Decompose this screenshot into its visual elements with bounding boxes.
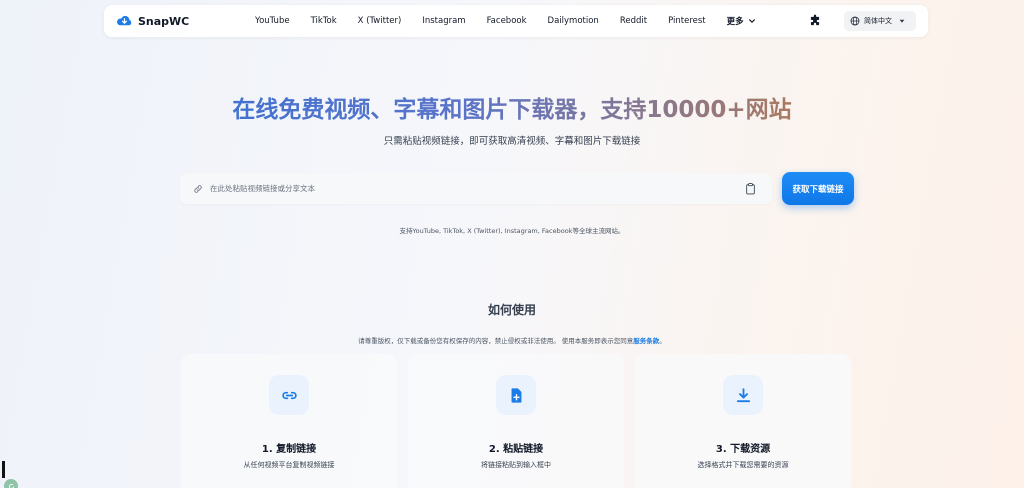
nav-links: YouTube TikTok X (Twitter) Instagram Fac… [255,5,756,37]
text-cursor [2,461,5,478]
nav-more-dropdown[interactable]: 更多 [727,15,756,27]
link-icon [194,184,202,193]
step-card-paste-link: 2. 粘贴链接 将链接粘贴到输入框中 [408,354,624,488]
terms-of-service-link[interactable]: 服务条款 [633,337,659,345]
nav-link-x-twitter[interactable]: X (Twitter) [358,16,402,26]
refresh-icon [8,483,14,488]
video-url-input[interactable] [210,184,730,193]
step-title: 3. 下载资源 [715,444,771,455]
step-description: 将链接粘贴到输入框中 [481,461,551,469]
how-to-use-heading: 如何使用 [487,303,536,317]
brand-name: SnapWC [138,14,190,28]
copyright-notice: 请尊重版权，仅下载或备份您有权保存的内容，禁止侵权或非法使用。 使用本服务即表示… [0,335,1024,345]
globe-icon [850,16,860,26]
file-plus-icon [511,387,521,403]
nav-link-instagram[interactable]: Instagram [422,16,465,26]
step-title: 1. 复制链接 [261,444,317,455]
language-selector[interactable]: 简体中文 [844,11,916,31]
cloud-download-icon [117,15,132,26]
notice-suffix: 。 [659,337,666,345]
floating-widget[interactable] [4,479,18,488]
clipboard-paste-icon[interactable] [745,183,756,195]
chevron-down-icon [748,19,755,23]
nav-link-youtube[interactable]: YouTube [255,16,290,26]
url-input-box [180,173,772,204]
page-title: 在线免费视频、字幕和图片下载器，支持10000+网站 [0,90,1024,124]
step-icon-container [723,375,763,415]
page-subtitle: 只需粘贴视频链接，即可获取高清视频、字幕和图片下载链接 [383,136,641,147]
supported-sites-text: 支持YouTube, TikTok, X (Twitter), Instagra… [399,227,625,235]
download-icon [736,387,750,402]
brand-logo[interactable]: SnapWC [116,14,189,28]
nav-link-reddit[interactable]: Reddit [620,16,647,26]
step-description: 选择格式并下载您需要的资源 [697,461,789,469]
puzzle-extension-icon[interactable] [808,14,822,28]
nav-more-label: 更多 [726,17,744,27]
step-icon-container [496,375,536,415]
step-description: 从任何视频平台复制视频链接 [243,461,335,469]
notice-text: 请尊重版权，仅下载或备份您有权保存的内容，禁止侵权或非法使用。 使用本服务即表示… [358,337,634,345]
caret-down-icon [899,19,905,23]
link-icon [281,391,297,399]
step-card-download: 3. 下载资源 选择格式并下载您需要的资源 [635,354,851,488]
top-nav: SnapWC YouTube TikTok X (Twitter) Instag… [104,5,928,37]
language-label: 简体中文 [864,17,892,25]
step-icon-container [269,375,309,415]
nav-link-tiktok[interactable]: TikTok [311,16,337,26]
nav-link-facebook[interactable]: Facebook [487,16,527,26]
nav-link-pinterest[interactable]: Pinterest [668,16,706,26]
step-title: 2. 粘贴链接 [488,444,544,455]
nav-link-dailymotion[interactable]: Dailymotion [548,16,599,26]
step-card-copy-link: 1. 复制链接 从任何视频平台复制视频链接 [181,354,397,488]
get-download-link-button[interactable]: 获取下载链接 [782,172,854,205]
